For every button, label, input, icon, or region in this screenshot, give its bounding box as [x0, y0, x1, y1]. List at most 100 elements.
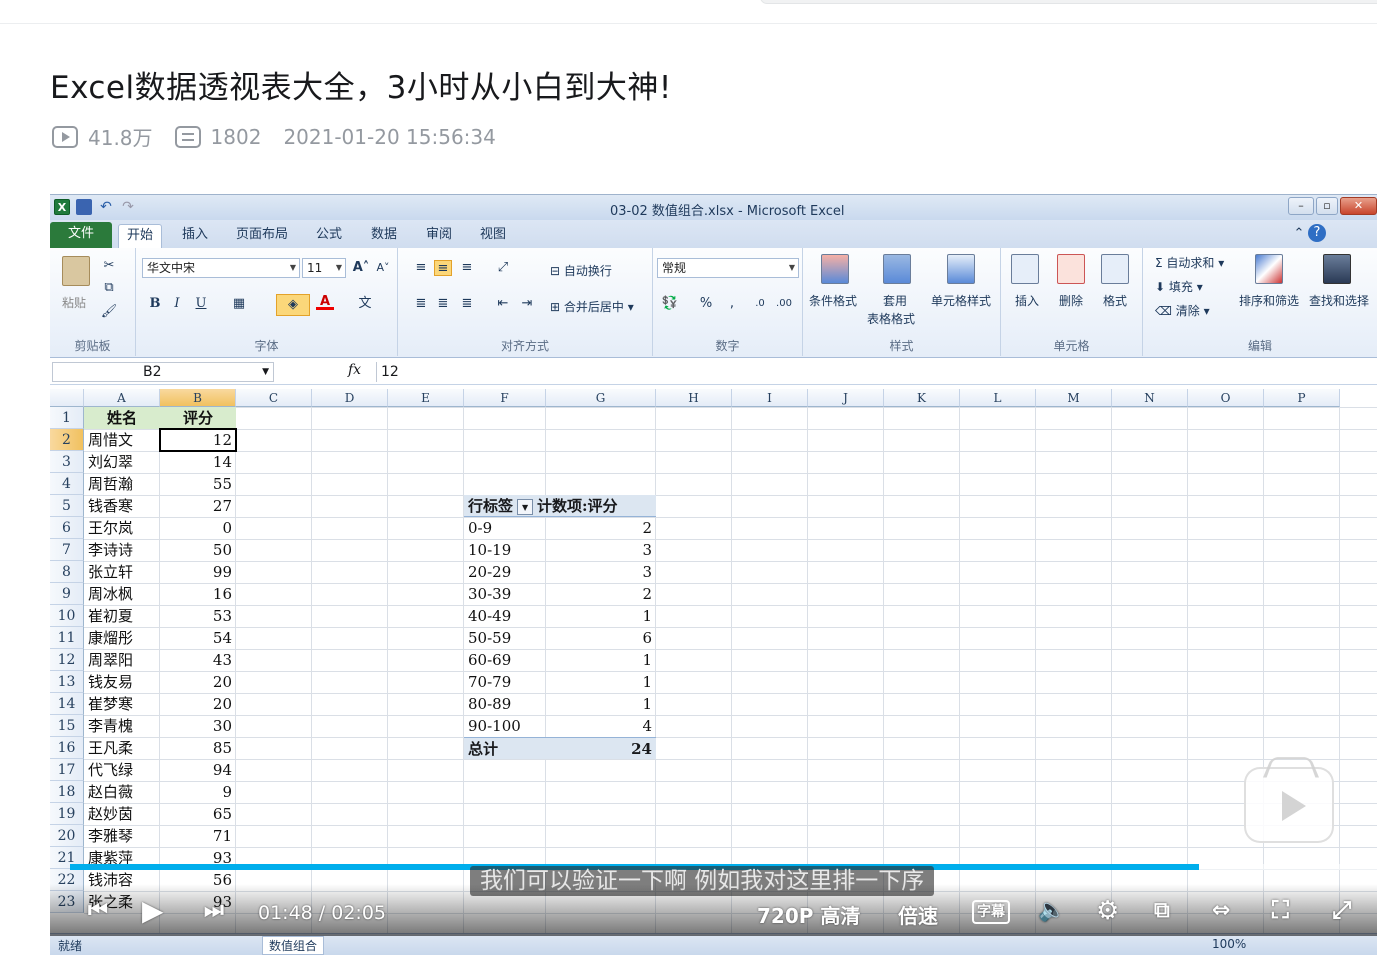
column-header-f[interactable]: F [464, 389, 546, 407]
underline-icon[interactable]: U [192, 296, 210, 312]
cut-icon[interactable]: ✂ [100, 258, 118, 274]
tab-home[interactable]: 开始 [118, 224, 163, 248]
cell-name[interactable]: 周哲瀚 [84, 473, 160, 495]
cell-name[interactable]: 代飞绿 [84, 759, 160, 781]
pivot-row-label-cell[interactable]: 10-19 [464, 539, 546, 561]
cell-score[interactable]: 50 [160, 539, 236, 561]
fill-button[interactable]: ⬇ 填充 ▾ [1155, 278, 1203, 295]
pivot-row-label-cell[interactable]: 30-39 [464, 583, 546, 605]
paste-icon[interactable] [62, 256, 90, 286]
save-icon[interactable] [76, 199, 92, 215]
sheet-tab[interactable]: 数值组合 [262, 936, 325, 955]
next-icon[interactable]: ⏭ [204, 898, 224, 923]
settings-icon[interactable]: ⚙ [1096, 896, 1119, 926]
select-all-corner[interactable] [50, 389, 84, 407]
pivot-count-cell[interactable]: 1 [546, 649, 656, 671]
pivot-count-cell[interactable]: 4 [546, 715, 656, 737]
cell-score[interactable]: 54 [160, 627, 236, 649]
cell-name[interactable]: 王凡柔 [84, 737, 160, 759]
find-select-label[interactable]: 查找和选择 [1309, 292, 1369, 309]
play-icon[interactable]: ▶ [142, 894, 164, 927]
sort-filter-label[interactable]: 排序和筛选 [1239, 292, 1299, 309]
pivot-row-label-cell[interactable]: 20-29 [464, 561, 546, 583]
conditional-format-label[interactable]: 条件格式 [809, 292, 857, 309]
column-header-l[interactable]: L [960, 389, 1036, 407]
cell-name[interactable]: 李雅琴 [84, 825, 160, 847]
pivot-count-cell[interactable]: 2 [546, 517, 656, 539]
cell-name[interactable]: 赵白薇 [84, 781, 160, 803]
row-header[interactable]: 14 [50, 693, 84, 715]
column-header-d[interactable]: D [312, 389, 388, 407]
row-header[interactable]: 5 [50, 495, 84, 517]
currency-icon[interactable]: 💱 [661, 296, 679, 312]
cell-score[interactable]: 71 [160, 825, 236, 847]
name-box[interactable]: B2 ▼ [52, 362, 274, 382]
cell-name[interactable]: 张立轩 [84, 561, 160, 583]
cell-score[interactable]: 27 [160, 495, 236, 517]
cell-name[interactable]: 周惜文 [84, 429, 160, 451]
delete-cells-icon[interactable] [1057, 254, 1085, 284]
speed-button[interactable]: 倍速 [898, 900, 938, 929]
insert-cells-icon[interactable] [1011, 254, 1039, 284]
row-header[interactable]: 7 [50, 539, 84, 561]
cell-score[interactable]: 99 [160, 561, 236, 583]
font-name-select[interactable]: 华文中宋 ▼ [142, 258, 300, 278]
header-cell-score[interactable]: 评分 [160, 407, 236, 429]
cell-name[interactable]: 崔初夏 [84, 605, 160, 627]
pivot-row-label-cell[interactable]: 60-69 [464, 649, 546, 671]
pivot-count-cell[interactable]: 1 [546, 693, 656, 715]
increase-decimal-icon[interactable]: .0 [751, 296, 769, 312]
widescreen-icon[interactable]: ⇔ [1212, 898, 1230, 923]
column-header-b[interactable]: B [160, 389, 236, 407]
cell-score[interactable]: 85 [160, 737, 236, 759]
minimize-icon[interactable]: – [1288, 197, 1314, 215]
cell-name[interactable]: 李诗诗 [84, 539, 160, 561]
tab-formulas[interactable]: 公式 [308, 224, 350, 248]
sort-filter-icon[interactable] [1255, 254, 1283, 284]
row-header[interactable]: 18 [50, 781, 84, 803]
font-size-select[interactable]: 11 ▼ [302, 258, 346, 278]
cell-name[interactable]: 刘幻翠 [84, 451, 160, 473]
row-header[interactable]: 19 [50, 803, 84, 825]
cell-score[interactable]: 9 [160, 781, 236, 803]
tab-insert[interactable]: 插入 [174, 224, 216, 248]
column-header-h[interactable]: H [656, 389, 732, 407]
row-header[interactable]: 20 [50, 825, 84, 847]
header-cell-name[interactable]: 姓名 [84, 407, 160, 429]
row-header[interactable]: 8 [50, 561, 84, 583]
row-header[interactable]: 4 [50, 473, 84, 495]
redo-icon[interactable]: ↷ [120, 199, 136, 215]
column-header-a[interactable]: A [84, 389, 160, 407]
italic-icon[interactable]: I [168, 296, 186, 312]
row-header[interactable]: 17 [50, 759, 84, 781]
cell-name[interactable]: 崔梦寒 [84, 693, 160, 715]
column-header-c[interactable]: C [236, 389, 312, 407]
row-header[interactable]: 1 [50, 407, 84, 429]
cell-score[interactable]: 20 [160, 671, 236, 693]
format-as-table-label[interactable]: 套用 [883, 292, 907, 309]
border-icon[interactable]: ▦ [230, 296, 248, 312]
cell-score[interactable]: 55 [160, 473, 236, 495]
cell-name[interactable]: 周翠阳 [84, 649, 160, 671]
percent-icon[interactable]: % [697, 296, 715, 312]
pivot-row-label-cell[interactable]: 90-100 [464, 715, 546, 737]
tab-file[interactable]: 文件 [50, 222, 112, 248]
cell-name[interactable]: 钱友易 [84, 671, 160, 693]
decrease-indent-icon[interactable]: ⇤ [494, 296, 512, 312]
pivot-count-cell[interactable]: 6 [546, 627, 656, 649]
number-format-select[interactable]: 常规 ▼ [657, 258, 799, 278]
tab-view[interactable]: 视图 [472, 224, 514, 248]
column-header-i[interactable]: I [732, 389, 808, 407]
tab-data[interactable]: 数据 [363, 224, 405, 248]
undo-icon[interactable]: ↶ [98, 199, 114, 215]
copy-icon[interactable]: ⧉ [100, 280, 118, 296]
cell-name[interactable]: 康熘彤 [84, 627, 160, 649]
cell-name[interactable]: 钱香寒 [84, 495, 160, 517]
cell-score[interactable]: 30 [160, 715, 236, 737]
pivot-count-cell[interactable]: 3 [546, 561, 656, 583]
pivot-row-label-cell[interactable]: 50-59 [464, 627, 546, 649]
comma-icon[interactable]: , [723, 296, 741, 312]
pivot-row-label-cell[interactable]: 0-9 [464, 517, 546, 539]
column-header-o[interactable]: O [1188, 389, 1264, 407]
font-color-icon[interactable]: A [316, 294, 334, 310]
